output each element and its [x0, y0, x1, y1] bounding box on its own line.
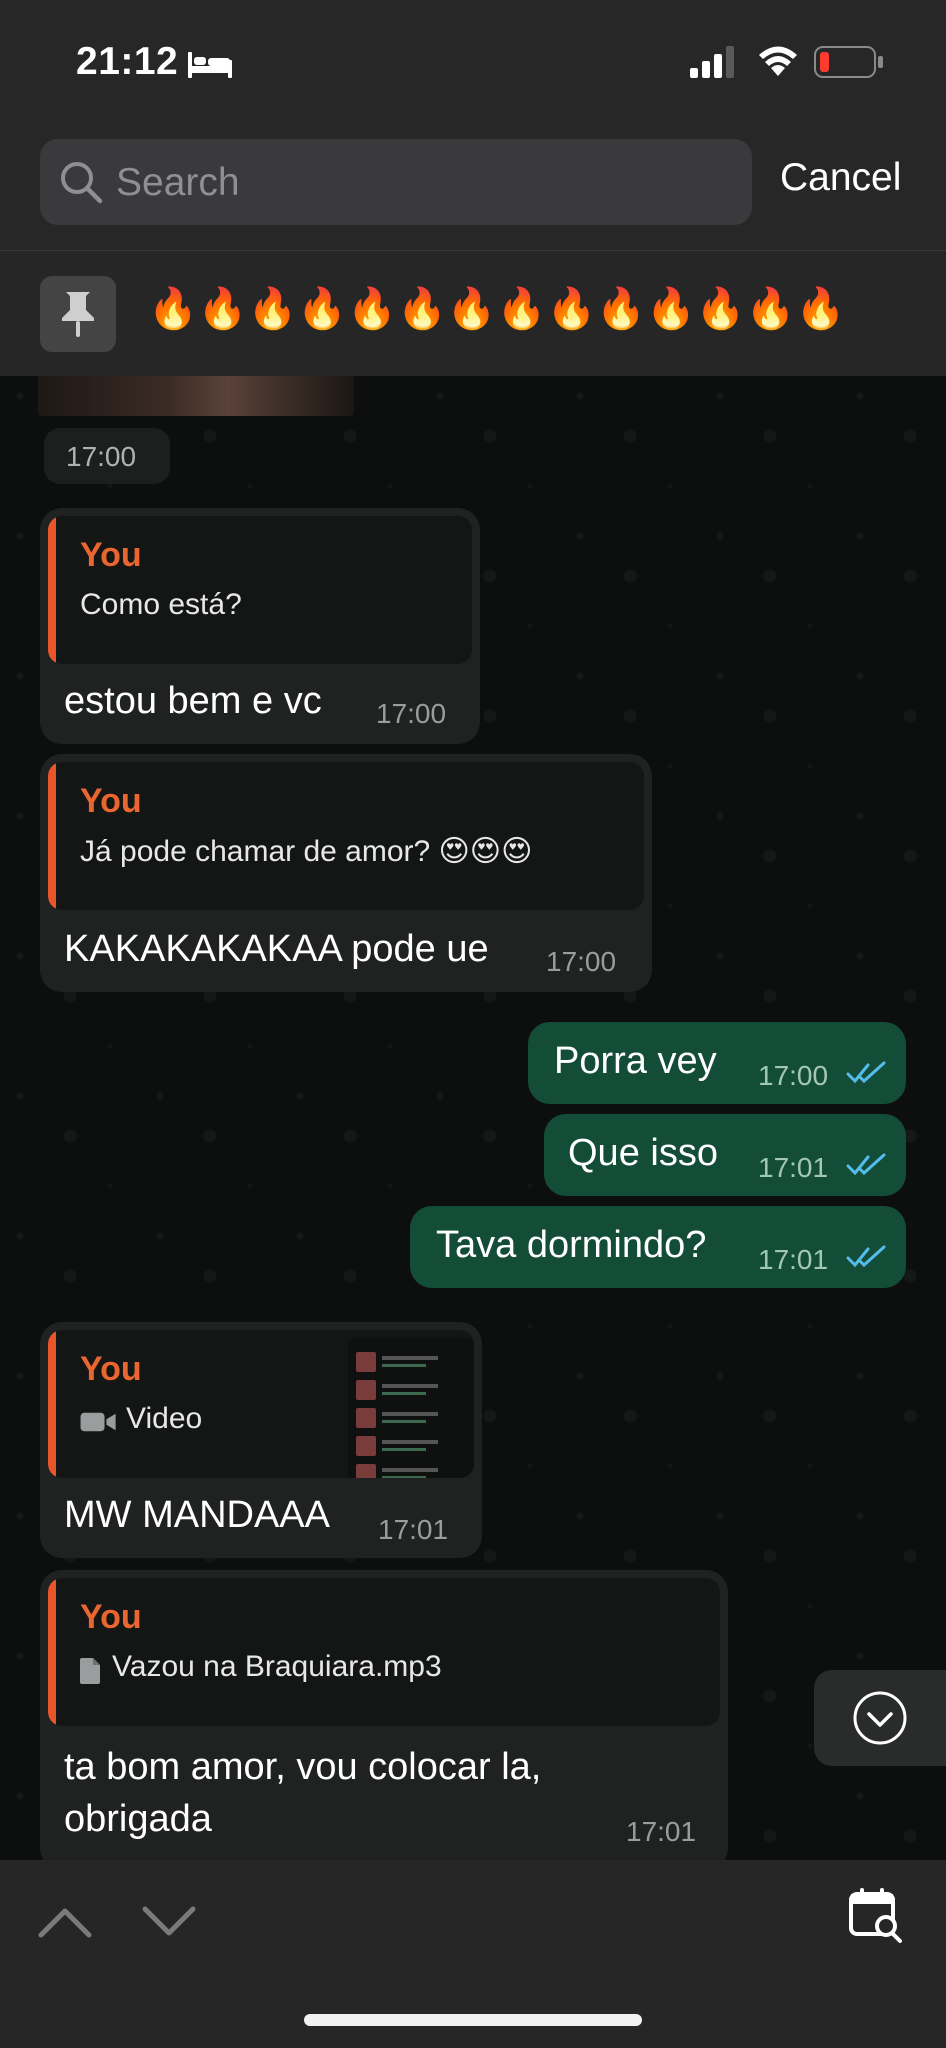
message-time: 17:01 — [758, 1244, 829, 1275]
pin-button[interactable] — [40, 276, 116, 352]
reply-quote[interactable]: You Video — [48, 1330, 474, 1478]
bed-icon — [188, 52, 232, 78]
photo-time-chip: 17:00 — [44, 428, 170, 484]
photo-message-partial[interactable] — [38, 376, 354, 416]
reply-text: Video — [126, 1402, 203, 1435]
read-ticks-icon — [846, 1245, 886, 1268]
read-ticks-icon — [846, 1153, 886, 1176]
pin-icon — [62, 292, 94, 337]
video-thumbnail[interactable] — [348, 1338, 474, 1478]
scroll-to-bottom-button[interactable] — [814, 1670, 946, 1766]
chevron-down-icon[interactable] — [140, 1904, 198, 1940]
calendar-search-icon[interactable] — [848, 1886, 904, 1944]
message-time: 17:01 — [626, 1816, 697, 1847]
message-time: 17:00 — [66, 441, 137, 472]
home-indicator — [304, 2014, 642, 2026]
message-text: Porra vey — [554, 1040, 717, 1082]
message-time: 17:01 — [378, 1514, 449, 1545]
header: 21:12 Search Cancel 🔥🔥🔥🔥🔥🔥🔥🔥🔥🔥🔥🔥🔥🔥 — [0, 0, 946, 376]
reply-accent-bar — [48, 1578, 56, 1726]
reply-text: Como está? — [80, 588, 242, 621]
reply-text: Vazou na Braquiara.mp3 — [112, 1650, 442, 1683]
reply-author: You — [80, 1598, 142, 1636]
reply-accent-bar — [48, 1330, 56, 1478]
message-time: 17:00 — [546, 946, 617, 977]
pinned-message-text: 🔥🔥🔥🔥🔥🔥🔥🔥🔥🔥🔥🔥🔥🔥 — [148, 287, 846, 331]
clock: 21:12 — [76, 40, 179, 83]
signal-icon — [690, 46, 734, 78]
scroll-down-icon — [853, 1691, 907, 1745]
reply-author: You — [80, 1350, 142, 1388]
reply-text: Já pode chamar de amor? 😍😍😍 — [80, 835, 533, 868]
reply-accent-bar — [48, 516, 56, 664]
reply-author: You — [80, 536, 142, 574]
search-placeholder: Search — [116, 161, 240, 204]
incoming-message[interactable]: You Vazou na Braquiara.mp3 ta bom amor, … — [40, 1570, 728, 1870]
chevron-up-icon[interactable] — [36, 1904, 94, 1940]
incoming-message[interactable]: You Video MW MANDAAA 17:01 — [40, 1322, 482, 1558]
document-icon — [80, 1658, 100, 1684]
outgoing-message[interactable]: Porra vey 17:00 — [528, 1022, 906, 1104]
incoming-message[interactable]: You Já pode chamar de amor? 😍😍😍 KAKAKAKA… — [40, 754, 652, 992]
outgoing-message[interactable]: Tava dormindo? 17:01 — [410, 1206, 906, 1288]
video-camera-icon — [80, 1412, 116, 1432]
message-text: estou bem e vc — [64, 680, 322, 722]
message-text: KAKAKAKAKAA pode ue — [64, 928, 489, 970]
incoming-message[interactable]: You Como está? estou bem e vc 17:00 — [40, 508, 480, 744]
message-text: Que isso — [568, 1132, 718, 1174]
cancel-button[interactable]: Cancel — [780, 156, 901, 200]
search-input[interactable]: Search — [40, 139, 752, 225]
outgoing-message[interactable]: Que isso 17:01 — [544, 1114, 906, 1196]
wifi-icon — [759, 46, 797, 76]
message-text-line-1: ta bom amor, vou colocar la, — [64, 1746, 542, 1788]
message-text: Tava dormindo? — [436, 1224, 707, 1266]
search-navigation-bar — [0, 1860, 946, 2048]
status-bar: 21:12 — [0, 0, 946, 120]
message-text-line-2: obrigada — [64, 1798, 212, 1840]
pinned-message-bar[interactable]: 🔥🔥🔥🔥🔥🔥🔥🔥🔥🔥🔥🔥🔥🔥 — [0, 251, 946, 376]
read-ticks-icon — [846, 1061, 886, 1084]
reply-quote[interactable]: You Já pode chamar de amor? 😍😍😍 — [48, 762, 644, 910]
battery-icon — [814, 46, 883, 78]
reply-author: You — [80, 782, 142, 820]
message-time: 17:00 — [758, 1060, 829, 1091]
search-icon — [61, 162, 103, 204]
reply-accent-bar — [48, 762, 56, 910]
message-text: MW MANDAAA — [64, 1494, 330, 1536]
reply-quote[interactable]: You Vazou na Braquiara.mp3 — [48, 1578, 720, 1726]
reply-quote[interactable]: You Como está? — [48, 516, 472, 664]
message-time: 17:01 — [758, 1152, 829, 1183]
message-time: 17:00 — [376, 698, 447, 729]
